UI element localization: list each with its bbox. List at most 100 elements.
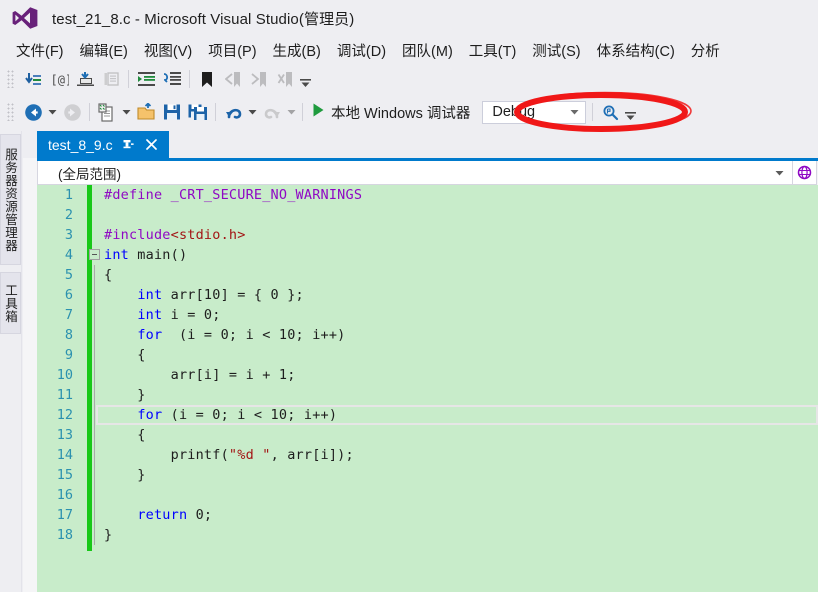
code-text: int main() — [104, 247, 188, 263]
code-line[interactable]: 6 int arr[10] = { 0 }; — [37, 285, 818, 305]
line-number: 1 — [64, 187, 73, 203]
code-text: return 0; — [137, 507, 213, 523]
solution-configuration-value: Debug — [492, 104, 536, 120]
line-number: 17 — [56, 507, 73, 523]
undo-icon[interactable] — [220, 100, 246, 124]
toolbar-separator — [189, 70, 190, 88]
code-line[interactable]: 3 #include<stdio.h> — [37, 225, 818, 245]
next-bookmark-icon[interactable] — [246, 67, 272, 91]
menu-item-view[interactable]: 视图(V) — [136, 37, 200, 64]
menu-item-edit[interactable]: 编辑(E) — [72, 37, 136, 64]
navigation-scope-combobox[interactable]: (全局范围) — [37, 161, 793, 185]
fold-margin-cell — [87, 245, 104, 265]
code-line[interactable]: 17 return 0; — [37, 505, 818, 525]
code-line[interactable]: 11 } — [37, 385, 818, 405]
toolbar-separator — [215, 103, 216, 121]
toolbar-separator — [302, 103, 303, 121]
sidebar-tab-server-explorer[interactable]: 服务器资源管理器 — [0, 134, 21, 265]
code-text: { — [104, 347, 146, 363]
redo-dropdown-caret-icon[interactable] — [285, 100, 298, 124]
code-line[interactable]: 9 { — [37, 345, 818, 365]
chevron-down-icon[interactable] — [570, 102, 579, 123]
sidebar-tab-toolbox[interactable]: 工具箱 — [0, 272, 21, 334]
fold-guide-line — [94, 345, 95, 365]
drag-grip-icon[interactable] — [7, 103, 16, 121]
decrease-indent-icon[interactable] — [159, 67, 185, 91]
fold-margin-cell — [87, 185, 104, 205]
left-auto-hide-dock: 服务器资源管理器 工具箱 — [0, 131, 22, 592]
code-editor[interactable]: 1 #define _CRT_SECURE_NO_WARNINGS 2 3 #inclu… — [37, 185, 818, 592]
chevron-down-icon[interactable] — [775, 161, 784, 184]
code-line[interactable]: 18} — [37, 525, 818, 545]
new-project-dropdown-caret-icon[interactable] — [120, 100, 133, 124]
menu-item-analyze[interactable]: 分析 — [683, 37, 728, 64]
navigation-bar-toggle-icon[interactable] — [793, 161, 817, 185]
surround-with-icon[interactable]: [@] — [46, 67, 72, 91]
code-text: #define _CRT_SECURE_NO_WARNINGS — [104, 187, 363, 203]
menu-item-file[interactable]: 文件(F) — [8, 37, 72, 64]
line-number: 7 — [64, 307, 73, 323]
toolbar-separator — [592, 103, 594, 121]
menu-item-debug[interactable]: 调试(D) — [329, 37, 394, 64]
code-line[interactable]: 7 int i = 0; — [37, 305, 818, 325]
code-line[interactable]: 1 #define _CRT_SECURE_NO_WARNINGS — [37, 185, 818, 205]
code-line[interactable]: 8 for (i = 0; i < 10; i++) — [37, 325, 818, 345]
navigate-forward-icon[interactable] — [59, 100, 85, 124]
fold-guide-line — [94, 265, 95, 285]
solution-configuration-combobox[interactable]: Debug — [482, 100, 587, 124]
insert-snippet-icon[interactable] — [20, 67, 46, 91]
toolbar-overflow-icon[interactable] — [298, 67, 312, 91]
menu-item-build[interactable]: 生成(B) — [265, 37, 329, 64]
title-bar: test_21_8.c - Microsoft Visual Studio(管理… — [0, 0, 818, 36]
redo-icon[interactable] — [259, 100, 285, 124]
code-line[interactable]: 13 { — [37, 425, 818, 445]
code-line[interactable]: 12 for (i = 0; i < 10; i++) — [37, 405, 818, 425]
menu-bar: 文件(F) 编辑(E) 视图(V) 项目(P) 生成(B) 调试(D) 团队(M… — [0, 36, 818, 65]
code-line[interactable]: 10 arr[i] = i + 1; — [37, 365, 818, 385]
toolbar-overflow-icon[interactable] — [623, 100, 637, 124]
fold-margin-cell — [87, 465, 104, 485]
document-tab-test_8_9-c[interactable]: test_8_9.c — [37, 131, 169, 158]
clear-bookmarks-icon[interactable] — [272, 67, 298, 91]
fold-guide-line — [94, 525, 95, 545]
code-line[interactable]: 2 — [37, 205, 818, 225]
pin-tab-icon[interactable] — [119, 135, 137, 155]
fold-margin-cell — [87, 385, 104, 405]
save-icon[interactable] — [159, 100, 185, 124]
close-tab-icon[interactable] — [143, 135, 161, 155]
open-file-icon[interactable] — [133, 100, 159, 124]
fold-margin-cell — [87, 345, 104, 365]
code-line[interactable]: 16 — [37, 485, 818, 505]
fold-margin-cell — [87, 505, 104, 525]
previous-bookmark-icon[interactable] — [220, 67, 246, 91]
menu-item-architecture[interactable]: 体系结构(C) — [589, 37, 683, 64]
menu-item-team[interactable]: 团队(M) — [394, 37, 461, 64]
new-project-icon[interactable] — [94, 100, 120, 124]
code-text: { — [104, 427, 146, 443]
quick-launch-search-icon[interactable] — [597, 100, 623, 124]
increase-indent-icon[interactable] — [133, 67, 159, 91]
code-line[interactable]: 15 } — [37, 465, 818, 485]
toggle-bookmark-icon[interactable] — [194, 67, 220, 91]
uncomment-selection-icon[interactable] — [98, 67, 124, 91]
save-all-icon[interactable] — [185, 100, 211, 124]
code-line[interactable]: 14 printf("%d ", arr[i]); — [37, 445, 818, 465]
visual-studio-logo-icon — [10, 5, 40, 31]
fold-margin-cell — [87, 425, 104, 445]
undo-dropdown-caret-icon[interactable] — [246, 100, 259, 124]
menu-item-test[interactable]: 测试(S) — [524, 37, 588, 64]
collapse-region-icon[interactable] — [89, 249, 100, 260]
fold-guide-line — [94, 385, 95, 405]
menu-item-tools[interactable]: 工具(T) — [461, 37, 525, 64]
document-tab-strip: test_8_9.c — [23, 131, 818, 158]
code-line[interactable]: 4 int main() — [37, 245, 818, 265]
drag-grip-icon[interactable] — [7, 70, 16, 88]
start-debugging-button[interactable]: 本地 Windows 调试器 — [307, 99, 476, 125]
menu-item-project[interactable]: 项目(P) — [200, 37, 264, 64]
code-line[interactable]: 5{ — [37, 265, 818, 285]
line-number: 9 — [64, 347, 73, 363]
comment-selection-icon[interactable] — [72, 67, 98, 91]
navigation-scope-value: (全局范围) — [58, 166, 121, 182]
navigate-backward-dropdown-caret-icon[interactable] — [46, 100, 59, 124]
navigate-backward-icon[interactable] — [20, 100, 46, 124]
